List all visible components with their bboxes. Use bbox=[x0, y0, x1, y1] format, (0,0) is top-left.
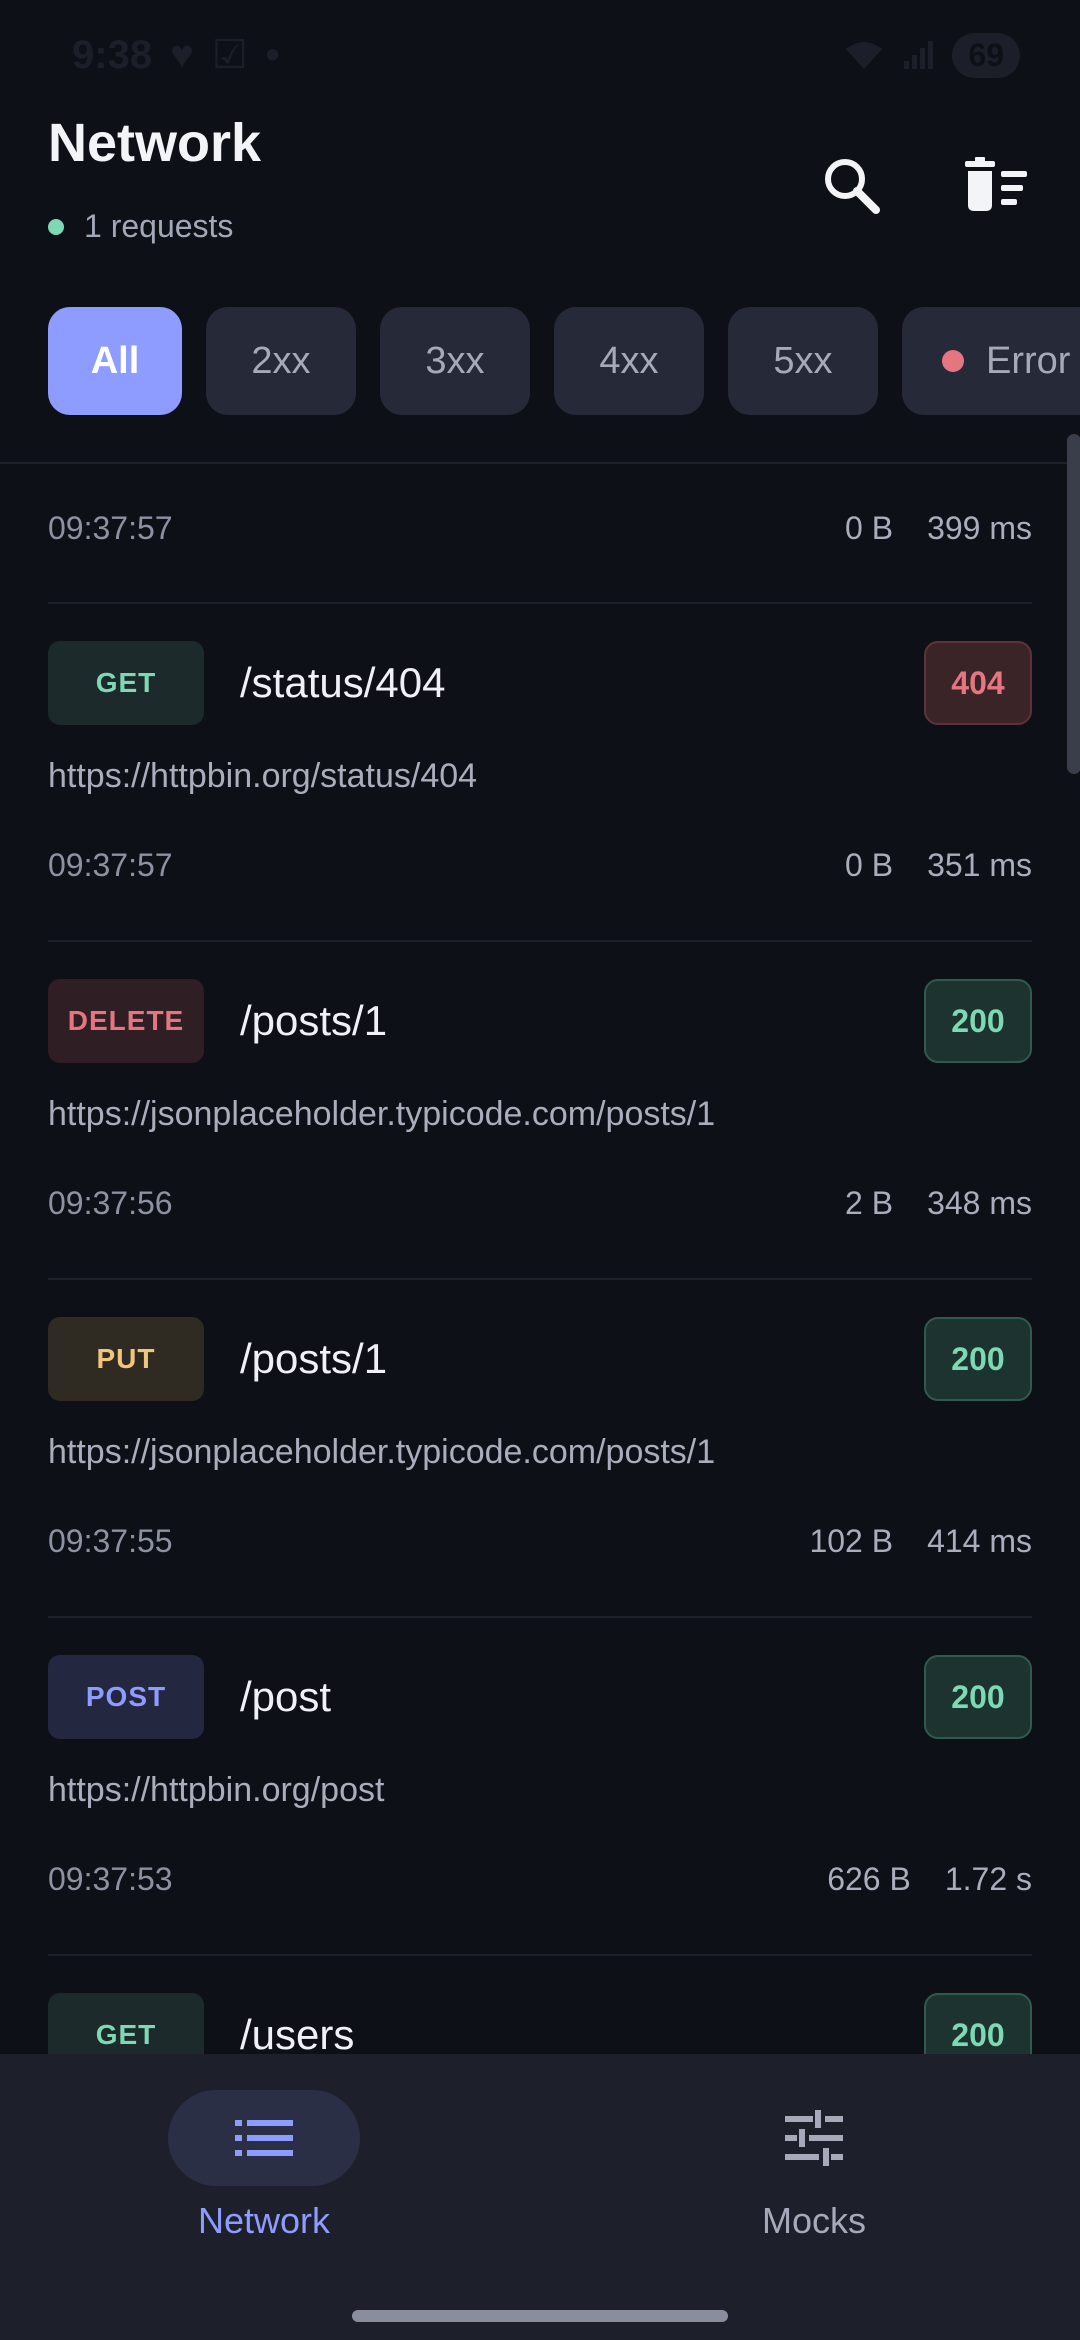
row-divider bbox=[48, 602, 1032, 604]
status-right: 69 bbox=[844, 32, 1020, 78]
home-indicator[interactable] bbox=[352, 2310, 728, 2322]
delete-sweep-icon bbox=[965, 157, 1027, 211]
nav-icon-holder bbox=[718, 2090, 910, 2186]
request-size: 626 B bbox=[827, 1861, 911, 1897]
row-divider bbox=[48, 1278, 1032, 1280]
status-time: 9:38 bbox=[72, 32, 153, 77]
request-time: 09:37:53 bbox=[48, 1861, 173, 1897]
scrollbar-thumb[interactable] bbox=[1067, 434, 1080, 774]
nav-item-network[interactable]: Network bbox=[114, 2090, 414, 2242]
request-count-label: 1 requests bbox=[84, 208, 234, 244]
dot-icon: • bbox=[265, 32, 280, 77]
method-badge: GET bbox=[48, 1993, 204, 2054]
list-icon bbox=[235, 2120, 293, 2156]
checkbox-icon: ☑ bbox=[211, 33, 248, 77]
status-bar: 9:38 ♥ ☑ • 69 bbox=[0, 0, 1080, 110]
request-list[interactable]: 09:37:57 0 B 399 ms GET /status/404 404 … bbox=[0, 464, 1080, 2054]
row-divider bbox=[48, 1954, 1032, 1956]
clear-requests-button[interactable] bbox=[950, 140, 1040, 230]
signal-icon bbox=[904, 41, 934, 69]
request-url: https://jsonplaceholder.typicode.com/pos… bbox=[48, 1095, 716, 1133]
filter-4xx[interactable]: 4xx bbox=[554, 307, 704, 415]
status-code-badge: 200 bbox=[924, 1993, 1032, 2054]
error-dot bbox=[942, 350, 964, 372]
request-meta: 09:37:57 0 B 399 ms bbox=[48, 510, 1032, 547]
request-meta: 09:37:57 0 B 351 ms bbox=[48, 847, 1032, 884]
filter-5xx[interactable]: 5xx bbox=[728, 307, 878, 415]
status-code-badge: 200 bbox=[924, 1317, 1032, 1401]
request-time: 09:37:56 bbox=[48, 1185, 173, 1221]
request-size: 2 B bbox=[845, 1185, 894, 1221]
live-status-dot bbox=[48, 218, 64, 235]
request-duration: 414 ms bbox=[927, 1523, 1032, 1559]
method-badge: POST bbox=[48, 1655, 204, 1739]
request-meta: 09:37:56 2 B 348 ms bbox=[48, 1185, 1032, 1222]
method-badge: PUT bbox=[48, 1317, 204, 1401]
request-meta: 09:37:53 626 B 1.72 s bbox=[48, 1861, 1032, 1898]
filter-2xx[interactable]: 2xx bbox=[206, 307, 356, 415]
filter-3xx[interactable]: 3xx bbox=[380, 307, 530, 415]
filter-all[interactable]: All bbox=[48, 307, 182, 415]
filter-error-label: Error bbox=[986, 339, 1071, 382]
status-code-badge: 200 bbox=[924, 979, 1032, 1063]
request-path: /posts/1 bbox=[240, 997, 388, 1044]
row-divider bbox=[48, 940, 1032, 942]
method-badge: GET bbox=[48, 641, 204, 725]
method-badge: DELETE bbox=[48, 979, 204, 1063]
request-size: 102 B bbox=[809, 1523, 894, 1559]
request-count: 1 requests bbox=[48, 208, 233, 245]
filter-chips: All 2xx 3xx 4xx 5xx Error bbox=[48, 307, 1080, 415]
search-icon bbox=[825, 159, 880, 214]
request-time: 09:37:55 bbox=[48, 1523, 173, 1559]
nav-label-network: Network bbox=[197, 2200, 331, 2241]
row-divider bbox=[48, 1616, 1032, 1618]
request-stats: 626 B 1.72 s bbox=[827, 1861, 1032, 1898]
search-button[interactable] bbox=[806, 140, 896, 230]
bottom-navigation: Network Mocks bbox=[0, 2054, 1080, 2340]
request-time: 09:37:57 bbox=[48, 847, 173, 883]
request-stats: 102 B 414 ms bbox=[809, 1523, 1032, 1560]
tune-icon bbox=[785, 2110, 843, 2166]
request-duration: 1.72 s bbox=[944, 1861, 1032, 1897]
battery-indicator: 69 bbox=[952, 32, 1020, 78]
request-size: 0 B bbox=[845, 510, 894, 546]
nav-item-mocks[interactable]: Mocks bbox=[664, 2090, 964, 2242]
request-meta: 09:37:55 102 B 414 ms bbox=[48, 1523, 1032, 1560]
wifi-icon bbox=[846, 42, 883, 69]
request-path: /posts/1 bbox=[240, 1335, 388, 1382]
filter-error[interactable]: Error bbox=[902, 307, 1080, 415]
request-url: https://jsonplaceholder.typicode.com/pos… bbox=[48, 1433, 716, 1471]
nav-active-indicator bbox=[168, 2090, 360, 2186]
page-title: Network bbox=[48, 113, 262, 173]
request-path: /users bbox=[240, 2011, 355, 2054]
request-path: /post bbox=[240, 1673, 332, 1720]
notification-icon: ♥ bbox=[170, 32, 194, 77]
request-duration: 348 ms bbox=[927, 1185, 1032, 1221]
request-url: https://httpbin.org/status/404 bbox=[48, 757, 478, 795]
request-duration: 351 ms bbox=[927, 847, 1032, 883]
request-size: 0 B bbox=[845, 847, 894, 883]
nav-label-mocks: Mocks bbox=[761, 2200, 866, 2241]
screen: 9:38 ♥ ☑ • 69 Network 1 requests All 2xx… bbox=[0, 0, 1080, 2340]
status-left: 9:38 ♥ ☑ • bbox=[72, 32, 280, 78]
request-time: 09:37:57 bbox=[48, 510, 173, 546]
request-stats: 2 B 348 ms bbox=[845, 1185, 1032, 1222]
request-path: /status/404 bbox=[240, 659, 446, 706]
status-code-badge: 200 bbox=[924, 1655, 1032, 1739]
request-url: https://httpbin.org/post bbox=[48, 1771, 385, 1809]
request-stats: 0 B 351 ms bbox=[845, 847, 1032, 884]
request-stats: 0 B 399 ms bbox=[845, 510, 1032, 547]
request-duration: 399 ms bbox=[927, 510, 1032, 546]
status-code-badge: 404 bbox=[924, 641, 1032, 725]
